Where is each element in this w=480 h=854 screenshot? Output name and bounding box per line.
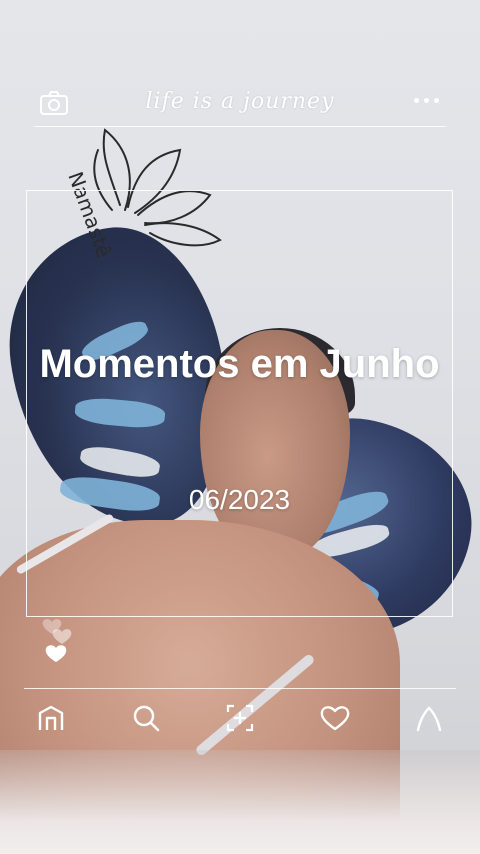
top-divider <box>34 126 446 127</box>
story-title: Momentos em Junho <box>39 342 440 386</box>
heart-icon[interactable] <box>318 701 352 735</box>
home-icon[interactable] <box>34 701 68 735</box>
top-bar: life is a journey <box>34 84 446 124</box>
tagline-text: life is a journey <box>145 89 335 114</box>
story-date: 06/2023 <box>188 484 291 515</box>
add-icon[interactable] <box>223 701 257 735</box>
more-horizontal-icon[interactable] <box>414 98 440 106</box>
bottom-nav <box>24 696 456 740</box>
blurred-foreground <box>0 750 480 854</box>
profile-icon[interactable] <box>412 701 446 735</box>
story-frame <box>26 190 453 617</box>
search-icon[interactable] <box>129 701 163 735</box>
hearts-icon[interactable] <box>40 612 80 668</box>
bottom-divider <box>24 688 456 689</box>
